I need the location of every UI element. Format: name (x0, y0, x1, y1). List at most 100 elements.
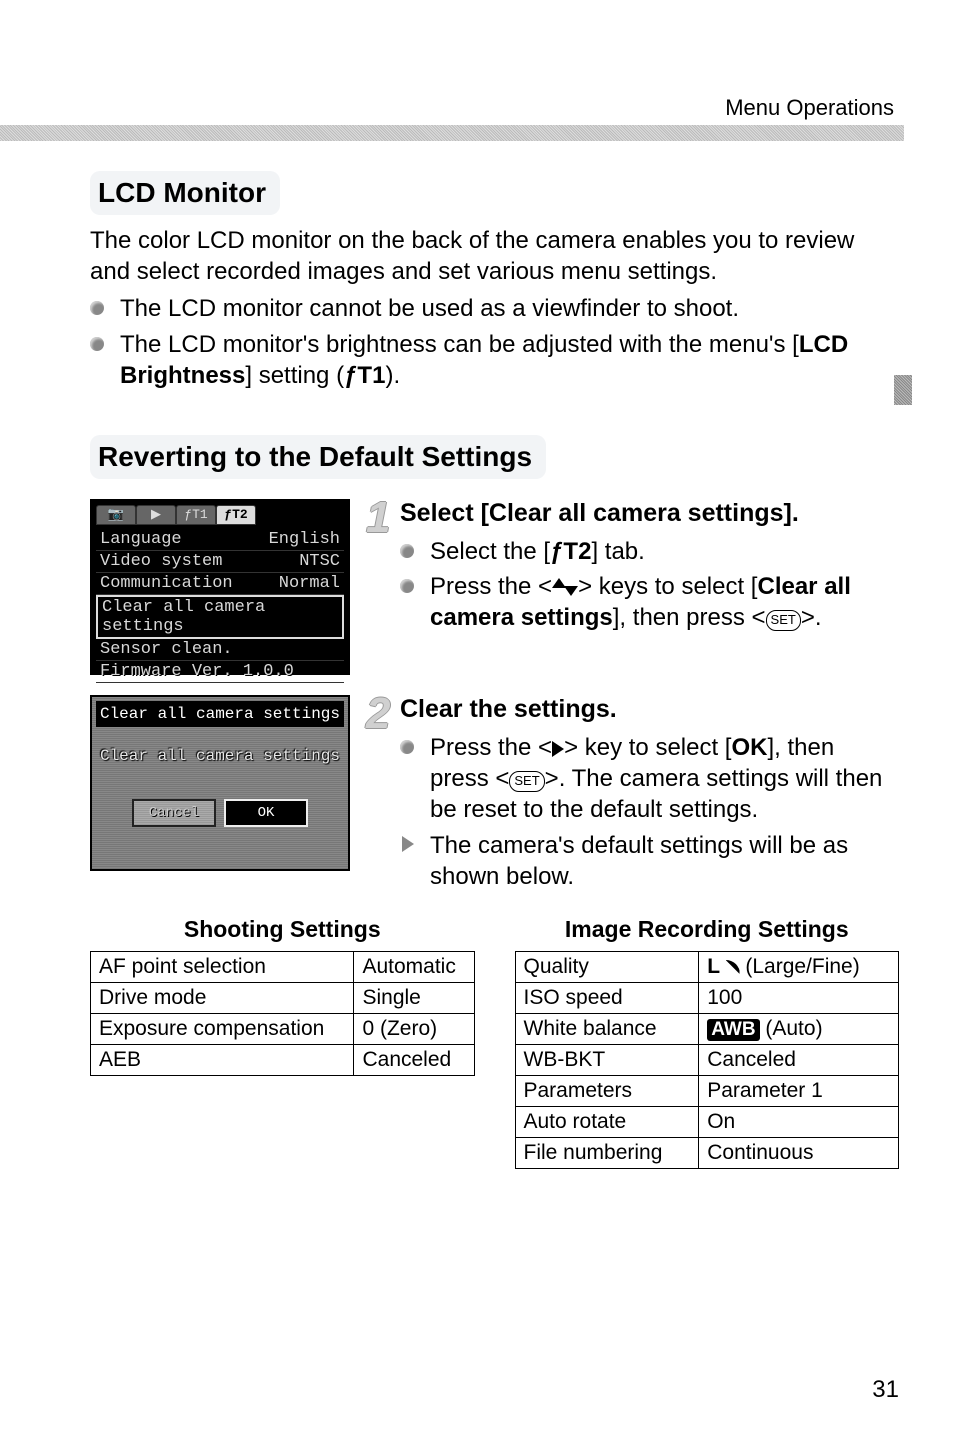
wrench-icon: ƒT (550, 536, 578, 567)
text: >. (801, 604, 822, 631)
awb-icon: AWB (707, 1019, 759, 1041)
lcd-row-label: Sensor clean. (100, 640, 340, 659)
table-row: WB-BKTCanceled (515, 1044, 899, 1075)
up-down-icon (552, 578, 578, 596)
table-key: AF point selection (91, 951, 354, 982)
table-key: WB-BKT (515, 1044, 699, 1075)
step-number-1: 1 (366, 493, 390, 543)
lcd-row-value: English (269, 530, 340, 549)
text: ). (385, 362, 400, 389)
table-value: Continuous (699, 1137, 899, 1168)
table-row: ParametersParameter 1 (515, 1075, 899, 1106)
step1-bullet-1: Select the [ƒT2] tab. (400, 536, 899, 567)
table-value: 0 (Zero) (354, 1013, 474, 1044)
table-value: Single (354, 982, 474, 1013)
step2-bullet-2: The camera's default settings will be as… (400, 830, 899, 892)
shooting-settings-table: AF point selectionAutomaticDrive modeSin… (90, 951, 475, 1076)
lcd-confirm-title: Clear all camera settings (96, 701, 344, 727)
page-number: 31 (872, 1376, 899, 1404)
text: 1 (372, 362, 385, 389)
lcd-confirm-message: Clear all camera settings (96, 747, 344, 765)
lcd-menu-row: Sensor clean. (96, 639, 344, 661)
lcd-row-value: NTSC (299, 552, 340, 571)
table-value: Automatic (354, 951, 474, 982)
table-value: Canceled (699, 1044, 899, 1075)
right-arrow-icon (552, 734, 564, 761)
text: The LCD monitor's brightness can be adju… (120, 331, 799, 358)
text: 2 (578, 538, 591, 565)
table-value: Canceled (354, 1044, 474, 1075)
text-bold: OK (731, 734, 767, 761)
text: L (707, 955, 725, 978)
table-row: ISO speed100 (515, 982, 899, 1013)
shooting-settings-title: Shooting Settings (90, 916, 475, 943)
lcd-tab: 📷 (96, 505, 136, 525)
table-row: Auto rotateOn (515, 1106, 899, 1137)
heading-lcd-monitor: LCD Monitor (90, 171, 280, 215)
lcd-menu-row: LanguageEnglish (96, 529, 344, 551)
lcd-screenshot-confirm: Clear all camera settings Clear all came… (90, 695, 350, 871)
lcd-menu-row: Firmware Ver. 1.0.0 (96, 661, 344, 683)
table-row: Exposure compensation0 (Zero) (91, 1013, 475, 1044)
image-settings-title: Image Recording Settings (515, 916, 900, 943)
table-key: ISO speed (515, 982, 699, 1013)
table-row: QualityL (Large/Fine) (515, 951, 899, 982)
text: Select the [ (430, 538, 550, 565)
lcd-row-label: Firmware Ver. 1.0.0 (100, 662, 340, 681)
set-icon: SET (509, 771, 544, 792)
table-key: Parameters (515, 1075, 699, 1106)
set-icon: SET (766, 610, 801, 631)
text: Press the < (430, 573, 552, 600)
step1-bullet-2: Press the <> keys to select [Clear all c… (400, 571, 899, 633)
lcd-row-value: Normal (279, 574, 340, 593)
text: ], then press < (613, 604, 766, 631)
lcd-tab: ƒT1 (176, 505, 216, 525)
table-row: White balanceAWB (Auto) (515, 1013, 899, 1044)
table-row: Drive modeSingle (91, 982, 475, 1013)
lcd-menu-row: Clear all camera settings (96, 595, 344, 639)
wrench-icon: ƒT (344, 360, 372, 391)
lcd-tabs: 📷 ▶ ƒT1 ƒT2 (96, 505, 344, 525)
lcd-row-label: Communication (100, 574, 279, 593)
step1-title: Select [Clear all camera settings]. (400, 499, 899, 528)
text: > keys to select [ (578, 573, 757, 600)
lcd-tab-active: ƒT2 (216, 505, 256, 525)
lcd-row-label: Video system (100, 552, 299, 571)
text: Press the < (430, 734, 552, 761)
step2-bullet-1: Press the <> key to select [OK], then pr… (400, 732, 899, 826)
lcd-tab: ▶ (136, 505, 176, 525)
table-key: Quality (515, 951, 699, 982)
step-number-2: 2 (366, 689, 390, 739)
lcd-bullet-1: The LCD monitor cannot be used as a view… (90, 293, 899, 324)
text: > key to select [ (564, 734, 731, 761)
text: ] setting ( (245, 362, 344, 389)
table-value: On (699, 1106, 899, 1137)
table-key: Drive mode (91, 982, 354, 1013)
table-key: AEB (91, 1044, 354, 1075)
lcd-row-label: Language (100, 530, 269, 549)
lcd-monitor-bullets: The LCD monitor cannot be used as a view… (90, 293, 899, 391)
table-value: Parameter 1 (699, 1075, 899, 1106)
table-value: 100 (699, 982, 899, 1013)
lcd-bullet-2: The LCD monitor's brightness can be adju… (90, 329, 899, 391)
lcd-menu-row: Video systemNTSC (96, 551, 344, 573)
step2-title: Clear the settings. (400, 695, 899, 724)
quality-icon (726, 960, 740, 974)
text: ] tab. (591, 538, 644, 565)
lcd-ok-button: OK (224, 799, 308, 827)
table-row: AEBCanceled (91, 1044, 475, 1075)
lcd-row-label: Clear all camera settings (102, 598, 338, 636)
page-header: Menu Operations (50, 95, 899, 121)
heading-reverting: Reverting to the Default Settings (90, 435, 546, 479)
lcd-screenshot-menu: 📷 ▶ ƒT1 ƒT2 LanguageEnglishVideo systemN… (90, 499, 350, 675)
lcd-monitor-para: The color LCD monitor on the back of the… (90, 225, 899, 287)
lcd-menu-row: CommunicationNormal (96, 573, 344, 595)
lcd-cancel-button: Cancel (132, 799, 216, 827)
table-value: L (Large/Fine) (699, 951, 899, 982)
table-row: File numberingContinuous (515, 1137, 899, 1168)
table-row: AF point selectionAutomatic (91, 951, 475, 982)
table-key: File numbering (515, 1137, 699, 1168)
table-key: Exposure compensation (91, 1013, 354, 1044)
table-key: White balance (515, 1013, 699, 1044)
table-value: AWB (Auto) (699, 1013, 899, 1044)
